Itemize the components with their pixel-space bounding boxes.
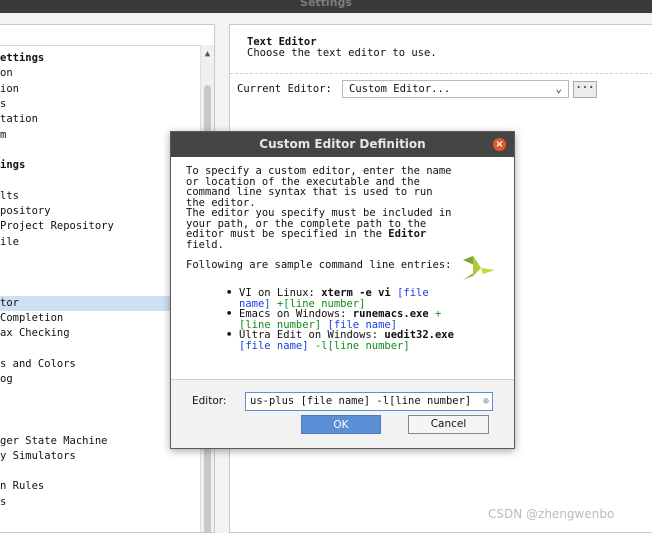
clear-icon[interactable]: ⊗ [483, 393, 489, 410]
instructions-paragraph-2: The editor you specify must be included … [186, 208, 456, 250]
tree-item[interactable]: on [0, 66, 200, 81]
tree-item[interactable] [0, 464, 200, 479]
sample-arg: [file name] [239, 339, 309, 352]
dialog-title: Custom Editor Definition [259, 137, 426, 151]
editor-label: Editor: [192, 395, 227, 407]
chevron-down-icon: ⌄ [555, 82, 562, 95]
sample-command-item: • Ultra Edit on Windows: uedit32.exe [fi… [226, 330, 456, 351]
bullet-icon: • [226, 287, 233, 299]
sample-arg: -l[line number] [314, 339, 410, 352]
current-editor-label: Current Editor: [237, 83, 332, 95]
current-editor-value: Custom Editor... [349, 83, 451, 95]
tree-item[interactable]: ettings [0, 51, 200, 66]
dialog-title-bar: Custom Editor Definition × [171, 132, 514, 157]
close-icon[interactable]: × [493, 138, 506, 151]
dialog-body: To specify a custom editor, enter the na… [171, 157, 514, 380]
tree-item[interactable]: tation [0, 112, 200, 127]
tree-filter-bar [0, 25, 213, 46]
tree-item[interactable]: y Simulators [0, 449, 200, 464]
section-divider [230, 73, 652, 74]
sample-command-item: • VI on Linux: xterm -e vi [file name] +… [226, 288, 456, 309]
watermark: CSDN @zhengwenbo [488, 507, 615, 521]
instructions-paragraph-1: To specify a custom editor, enter the na… [186, 165, 452, 209]
sample-commands-list: • VI on Linux: xterm -e vi [file name] +… [226, 288, 456, 351]
tree-item[interactable]: ion [0, 82, 200, 97]
page-description: Choose the text editor to use. [247, 47, 437, 59]
window-title-bar: Settings [0, 0, 652, 13]
sample-command-item: • Emacs on Windows: runemacs.exe +[line … [226, 309, 456, 330]
xilinx-logo-icon [463, 256, 495, 280]
instructions-paragraph-3: Following are sample command line entrie… [186, 259, 452, 271]
cancel-button[interactable]: Cancel [408, 415, 489, 434]
instructions-text-end: field. [186, 238, 224, 251]
editor-input-value: us-plus [file name] -l[line number] [250, 395, 472, 407]
current-editor-dropdown[interactable]: Custom Editor... ⌄ [342, 80, 569, 98]
scroll-up-arrow-icon[interactable]: ▲ [201, 49, 214, 59]
window-title: Settings [300, 0, 352, 9]
browse-editor-button[interactable]: ··· [573, 81, 597, 98]
editor-input[interactable]: us-plus [file name] -l[line number] ⊗ [245, 392, 493, 411]
ok-button[interactable]: OK [301, 415, 381, 434]
tree-item[interactable]: s [0, 97, 200, 112]
tree-item[interactable]: n Rules [0, 479, 200, 494]
bullet-icon: • [226, 308, 233, 320]
custom-editor-dialog: Custom Editor Definition × To specify a … [170, 131, 515, 449]
dialog-instructions: To specify a custom editor, enter the na… [186, 166, 456, 271]
bullet-icon: • [226, 329, 233, 341]
tree-item[interactable]: s [0, 495, 200, 510]
editor-field-reference: Editor [388, 228, 427, 240]
